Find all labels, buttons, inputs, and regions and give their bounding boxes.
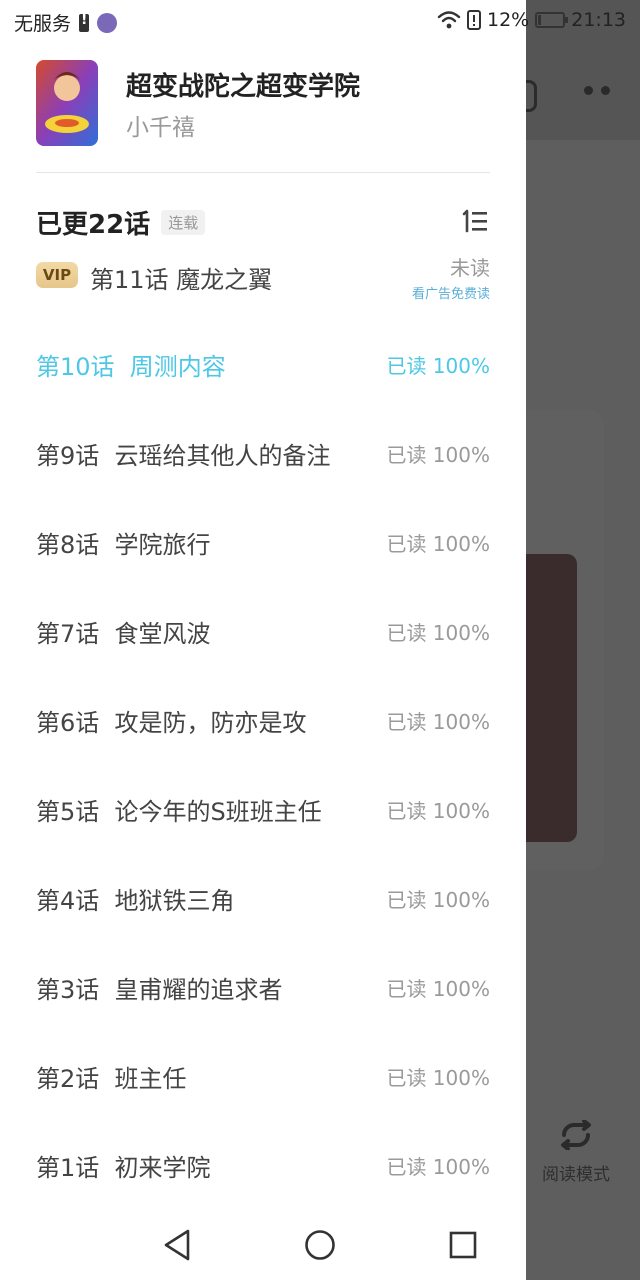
vip-chapter-row[interactable]: VIP 第11话 魔龙之翼 未读 看广告免费读 [36, 250, 490, 306]
battery-charging-icon [535, 12, 569, 28]
chapter-title: 第1话 初来学院 [36, 1154, 211, 1182]
partial-icon [526, 80, 537, 112]
chapter-row[interactable]: 第9话 云瑶给其他人的备注 已读 100% [36, 409, 490, 498]
chapter-title: 第8话 学院旅行 [36, 531, 211, 559]
read-progress: 已读 100% [386, 1155, 490, 1179]
chapter-title: 第7话 食堂风波 [36, 620, 211, 648]
chapter-title: 第6话 攻是防，防亦是攻 [36, 709, 307, 737]
wifi-icon [437, 11, 461, 29]
chapter-row[interactable]: 第2话 班主任 已读 100% [36, 1032, 490, 1121]
status-badge: 连载 [161, 210, 206, 235]
alert-icon [467, 10, 481, 30]
background-image [526, 554, 577, 842]
chapter-title: 第2话 班主任 [36, 1065, 187, 1093]
chapter-title: 第10话 周测内容 [36, 353, 226, 381]
chapter-title: 第9话 云瑶给其他人的备注 [36, 442, 331, 470]
clock: 21:13 [571, 9, 626, 31]
carrier-status: 无服务 [14, 13, 72, 35]
read-progress: 已读 100% [386, 710, 490, 734]
chapter-row[interactable]: 第1话 初来学院 已读 100% [36, 1121, 490, 1210]
vip-chapter-title: 第11话 魔龙之翼 [90, 266, 273, 294]
chapter-row[interactable]: 第4话 地狱铁三角 已读 100% [36, 854, 490, 943]
read-mode-label: 阅读模式 [542, 1165, 610, 1185]
recents-square-icon[interactable] [448, 1228, 478, 1262]
update-count: 已更22话 [36, 210, 151, 240]
unread-label: 未读 [450, 256, 490, 280]
read-progress: 已读 100% [386, 888, 490, 912]
book-header[interactable]: 超变战陀之超变学院 小千禧 [36, 60, 490, 173]
refresh-icon [561, 1120, 591, 1150]
chapter-row[interactable]: 第8话 学院旅行 已读 100% [36, 498, 490, 587]
book-cover[interactable] [36, 60, 98, 146]
chapter-row[interactable]: 第5话 论今年的S班班主任 已读 100% [36, 765, 490, 854]
read-progress: 已读 100% [386, 977, 490, 1001]
status-bar: 无服务 12% 21:13 [0, 0, 640, 44]
read-progress: 已读 100% [386, 443, 490, 467]
vip-badge: VIP [36, 262, 78, 288]
book-author: 小千禧 [126, 115, 195, 141]
sort-order-icon[interactable] [460, 208, 490, 236]
app-notification-icon [97, 12, 118, 33]
battery-percent: 12% [487, 9, 530, 31]
watch-ad-link[interactable]: 看广告免费读 [412, 283, 490, 302]
chapter-row[interactable]: 第7话 食堂风波 已读 100% [36, 587, 490, 676]
battery-warning-icon [79, 12, 90, 32]
chapter-title: 第5话 论今年的S班班主任 [36, 798, 322, 826]
navigation-bar [0, 1208, 526, 1280]
read-progress: 已读 100% [386, 799, 490, 823]
read-progress: 已读 100% [386, 621, 490, 645]
chapter-row[interactable]: 第3话 皇甫耀的追求者 已读 100% [36, 943, 490, 1032]
chapter-row[interactable]: 第6话 攻是防，防亦是攻 已读 100% [36, 676, 490, 765]
chapter-title: 第4话 地狱铁三角 [36, 887, 235, 915]
book-title: 超变战陀之超变学院 [126, 72, 361, 102]
read-progress: 已读 100% [386, 1066, 490, 1090]
back-triangle-icon[interactable] [162, 1228, 192, 1262]
read-progress: 已读 100% [386, 532, 490, 556]
chapter-list: 第10话 周测内容 已读 100% 第9话 云瑶给其他人的备注 已读 100% 第8话 … [36, 320, 490, 1210]
chapter-title: 第3话 皇甫耀的追求者 [36, 976, 283, 1004]
chapter-drawer: 超变战陀之超变学院 小千禧 已更22话 连载 VIP 第11话 魔龙之翼 未读 … [0, 0, 526, 1280]
update-summary: 已更22话 连载 [36, 204, 490, 244]
vip-chapter-status: 未读 看广告免费读 [412, 252, 490, 302]
read-mode-button[interactable]: 阅读模式 [534, 1120, 618, 1185]
chapter-row[interactable]: 第10话 周测内容 已读 100% [36, 320, 490, 409]
more-icon[interactable] [584, 86, 610, 95]
read-progress: 已读 100% [386, 354, 490, 378]
home-circle-icon[interactable] [304, 1228, 336, 1262]
